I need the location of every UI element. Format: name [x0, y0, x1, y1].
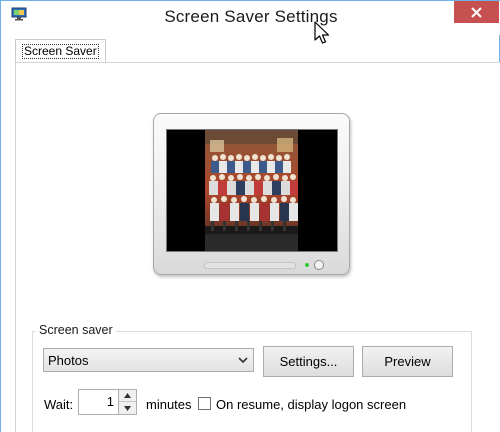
- preview-button[interactable]: Preview: [362, 346, 453, 377]
- screen-saver-select[interactable]: Photos: [43, 348, 254, 372]
- chevron-down-icon: [238, 357, 248, 364]
- group-photo-image: [205, 130, 298, 251]
- monitor-screen: [166, 129, 338, 252]
- logon-screen-checkbox[interactable]: [198, 397, 211, 410]
- window-title: Screen Saver Settings: [164, 7, 338, 26]
- screen-saver-group-label: Screen saver: [36, 323, 116, 337]
- spin-down-icon: [124, 405, 131, 411]
- monitor-slot: [204, 262, 296, 269]
- tab-strip: Screen Saver: [15, 39, 500, 63]
- close-icon: [471, 6, 482, 18]
- spin-up-button[interactable]: [119, 390, 136, 402]
- wait-label: Wait:: [44, 397, 74, 412]
- monitor-preview: [153, 113, 350, 275]
- spin-down-button[interactable]: [119, 402, 136, 414]
- power-led: [305, 263, 309, 267]
- tab-screen-saver-label: Screen Saver: [22, 44, 99, 59]
- tab-screen-saver[interactable]: Screen Saver: [15, 39, 106, 63]
- wait-minutes-input[interactable]: 1: [78, 389, 119, 415]
- wait-minutes-stepper: [119, 389, 137, 415]
- power-button-icon: [314, 260, 324, 270]
- screen-saver-select-value: Photos: [48, 353, 89, 368]
- logon-screen-checkbox-label[interactable]: On resume, display logon screen: [216, 397, 406, 412]
- close-button[interactable]: [454, 1, 499, 23]
- settings-button[interactable]: Settings...: [263, 346, 354, 377]
- spin-up-icon: [124, 393, 131, 398]
- minutes-label: minutes: [146, 397, 192, 412]
- title-bar: Screen Saver Settings: [1, 1, 500, 35]
- screen-saver-settings-window: Screen Saver Settings Screen Saver Scree…: [0, 0, 500, 432]
